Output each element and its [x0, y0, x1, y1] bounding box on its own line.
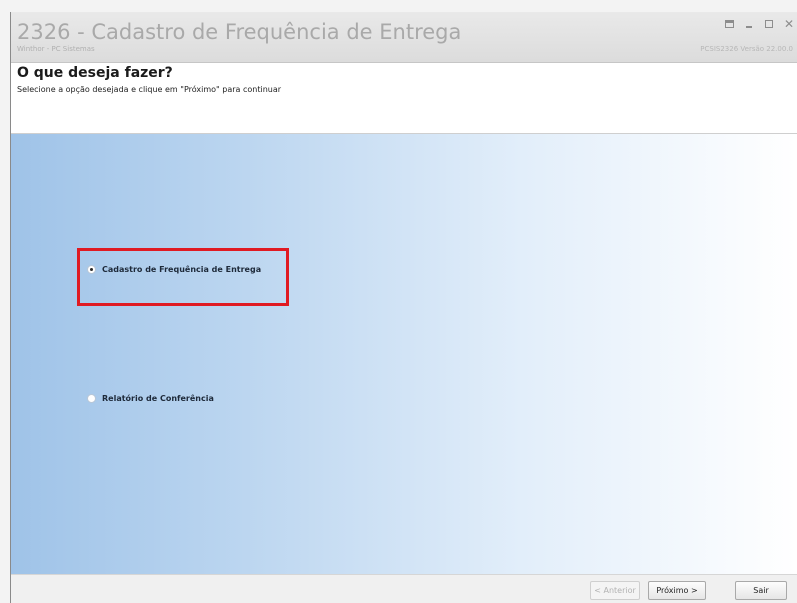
radio-button-selected[interactable]: [87, 265, 96, 274]
page-title: O que deseja fazer?: [17, 65, 173, 81]
options-panel: Cadastro de Frequência de Entrega Relató…: [11, 134, 797, 574]
minimize-icon[interactable]: [743, 17, 755, 31]
exit-button[interactable]: Sair: [735, 581, 787, 600]
back-button[interactable]: < Anterior: [590, 581, 640, 600]
wizard-header: O que deseja fazer? Selecione a opção de…: [11, 63, 797, 134]
option-label: Relatório de Conferência: [102, 394, 214, 403]
highlight-box: [77, 248, 289, 306]
window-controls: ✕: [723, 17, 795, 31]
option-relatorio[interactable]: Relatório de Conferência: [87, 394, 214, 403]
restore-icon[interactable]: [723, 17, 735, 31]
option-cadastro[interactable]: Cadastro de Frequência de Entrega: [87, 265, 261, 274]
next-button[interactable]: Próximo >: [648, 581, 706, 600]
window-title: 2326 - Cadastro de Frequência de Entrega: [17, 20, 462, 44]
option-label: Cadastro de Frequência de Entrega: [102, 265, 262, 274]
close-icon[interactable]: ✕: [783, 17, 795, 31]
title-bar: 2326 - Cadastro de Frequência de Entrega…: [11, 12, 797, 63]
version-label: PCSIS2326 Versão 22.00.0: [700, 45, 793, 53]
window-subtitle: Winthor - PC Sistemas: [17, 45, 95, 53]
app-window: 2326 - Cadastro de Frequência de Entrega…: [10, 12, 797, 603]
maximize-icon[interactable]: [763, 17, 775, 31]
wizard-footer: < Anterior Próximo > Sair: [11, 574, 797, 603]
radio-button[interactable]: [87, 394, 96, 403]
instruction-text: Selecione a opção desejada e clique em "…: [17, 85, 282, 94]
